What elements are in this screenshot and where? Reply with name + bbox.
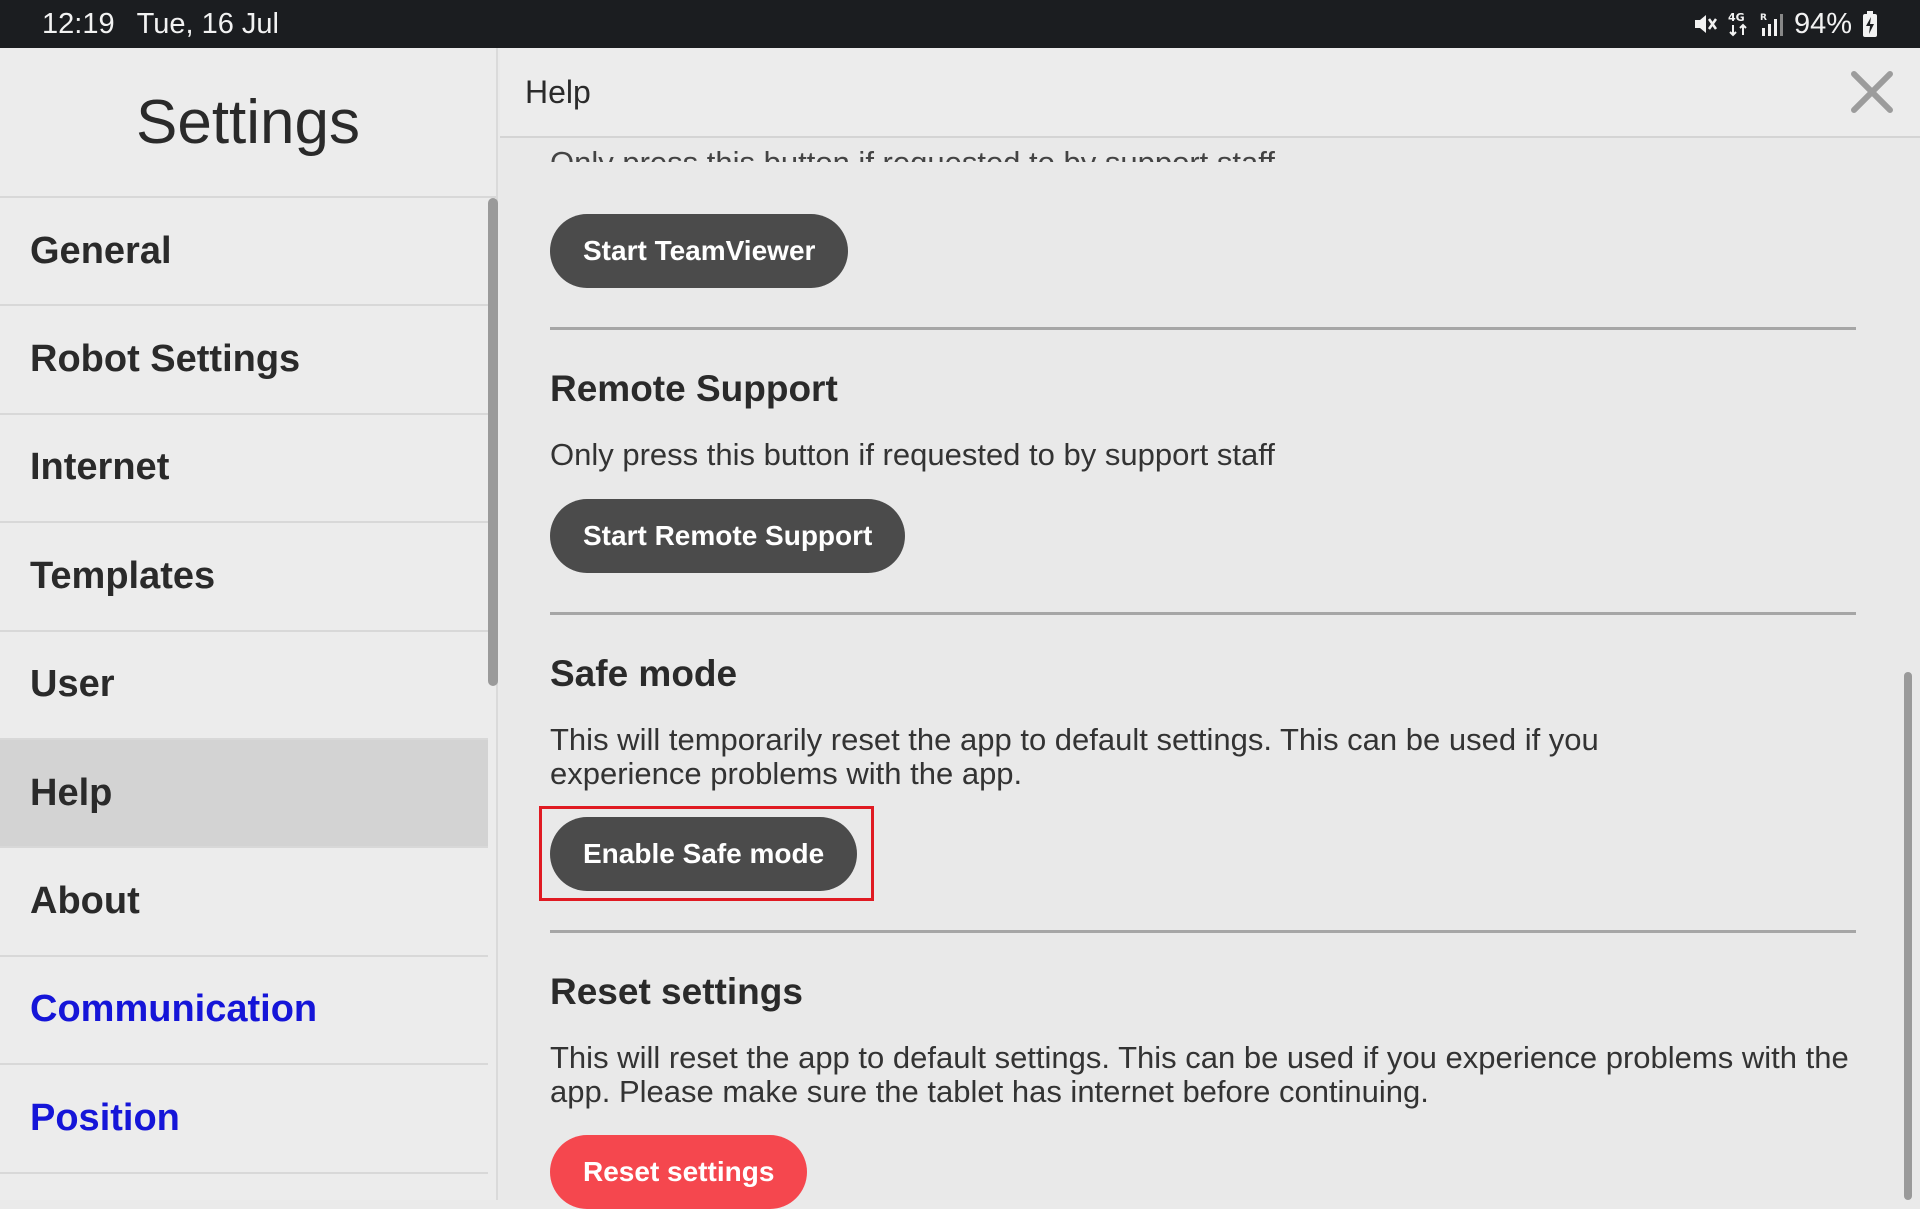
teamviewer-description-cut: Only press this button if requested to b…	[550, 148, 1275, 162]
main-scrollbar[interactable]	[1904, 672, 1912, 1200]
panel-title: Help	[525, 73, 591, 110]
sidebar-item-robot-settings[interactable]: Robot Settings	[0, 306, 488, 415]
network-4g-icon: 4G	[1728, 9, 1750, 39]
sidebar-item-internet[interactable]: Internet	[0, 415, 488, 524]
close-icon	[1851, 71, 1893, 113]
sidebar-item-help[interactable]: Help	[0, 739, 488, 849]
reset-settings-title: Reset settings	[550, 971, 803, 1012]
battery-charging-icon	[1862, 9, 1878, 39]
safe-mode-title: Safe mode	[550, 653, 738, 694]
svg-text:4G: 4G	[1728, 11, 1745, 24]
enable-safe-mode-button[interactable]: Enable Safe mode	[550, 817, 858, 891]
section-divider	[550, 327, 1856, 330]
signal-icon: R	[1760, 9, 1784, 39]
sidebar-item-about[interactable]: About	[0, 848, 488, 957]
mute-icon	[1692, 9, 1718, 39]
sidebar-scrollbar[interactable]	[488, 198, 498, 686]
section-divider	[550, 612, 1856, 615]
sidebar-item-templates[interactable]: Templates	[0, 523, 488, 632]
start-remote-support-button[interactable]: Start Remote Support	[550, 499, 906, 573]
start-teamviewer-button[interactable]: Start TeamViewer	[550, 214, 849, 288]
sidebar-title: Settings	[0, 48, 496, 198]
reset-settings-button[interactable]: Reset settings	[550, 1135, 808, 1209]
safe-mode-description: This will temporarily reset the app to d…	[550, 722, 1599, 791]
sidebar-item-position[interactable]: Position	[0, 1065, 488, 1174]
panel-header: Help	[500, 48, 1920, 138]
remote-support-title: Remote Support	[550, 368, 838, 409]
settings-sidebar: Settings General Robot Settings Internet…	[0, 48, 498, 1200]
remote-support-description: Only press this button if requested to b…	[550, 437, 1275, 472]
sidebar-nav: General Robot Settings Internet Template…	[0, 198, 488, 1174]
status-bar: 12:19 Tue, 16 Jul 4G R 94%	[0, 0, 1920, 48]
battery-percent: 94%	[1793, 7, 1852, 40]
clock: 12:19	[42, 7, 115, 40]
svg-text:R: R	[1760, 13, 1767, 23]
sidebar-item-communication[interactable]: Communication	[0, 957, 488, 1066]
sidebar-item-user[interactable]: User	[0, 632, 488, 740]
section-divider	[550, 930, 1856, 933]
sidebar-item-general[interactable]: General	[0, 198, 488, 307]
date: Tue, 16 Jul	[136, 7, 279, 40]
close-button[interactable]	[1842, 62, 1902, 122]
help-panel: Help Only press this button if requested…	[500, 48, 1920, 1209]
reset-settings-description: This will reset the app to default setti…	[550, 1040, 1849, 1109]
